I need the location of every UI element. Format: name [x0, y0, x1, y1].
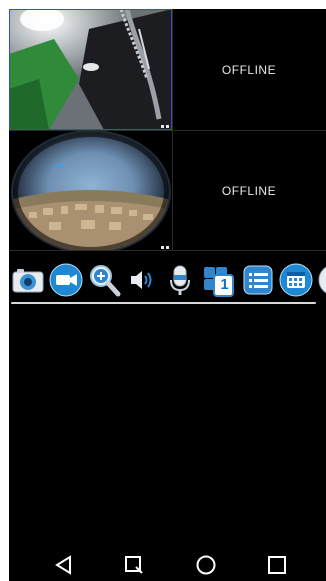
grid-divider-v — [172, 9, 173, 251]
layout-count-badge: 1 — [220, 276, 229, 293]
control-toolbar: 1 — [9, 257, 326, 305]
back-icon[interactable] — [53, 554, 75, 576]
calendar-icon[interactable] — [279, 263, 313, 297]
offline-label-4: OFFLINE — [221, 183, 277, 198]
camera-tile-3[interactable] — [9, 130, 172, 251]
grid-divider-h — [9, 130, 326, 131]
list-icon[interactable] — [241, 263, 275, 297]
app-screen: OFFLINE OFFLINE 1 — [9, 9, 326, 545]
grid-divider-bottom — [9, 250, 326, 251]
video-record-icon[interactable] — [49, 263, 83, 297]
zoom-in-icon[interactable] — [87, 263, 121, 297]
microphone-icon[interactable] — [163, 263, 197, 297]
speaker-icon[interactable] — [125, 263, 159, 297]
system-navigation-bar — [9, 545, 326, 581]
offline-label-2: OFFLINE — [221, 62, 277, 77]
camera-icon[interactable] — [11, 263, 45, 297]
camera-tile-4[interactable]: OFFLINE — [172, 130, 326, 251]
home-icon[interactable] — [195, 554, 217, 576]
toolbar-scroll-indicator — [11, 302, 316, 304]
tile-indicator-1 — [161, 125, 169, 128]
search-icon[interactable] — [123, 554, 145, 576]
camera-tile-2[interactable]: OFFLINE — [172, 9, 326, 130]
camera-feed-3 — [9, 130, 172, 251]
tile-indicator-3 — [161, 246, 169, 249]
more-icon[interactable] — [317, 263, 326, 297]
camera-feed-1 — [9, 9, 172, 130]
layout-single-icon[interactable]: 1 — [201, 263, 235, 297]
camera-tile-1[interactable] — [9, 9, 172, 130]
recent-apps-icon[interactable] — [266, 554, 288, 576]
